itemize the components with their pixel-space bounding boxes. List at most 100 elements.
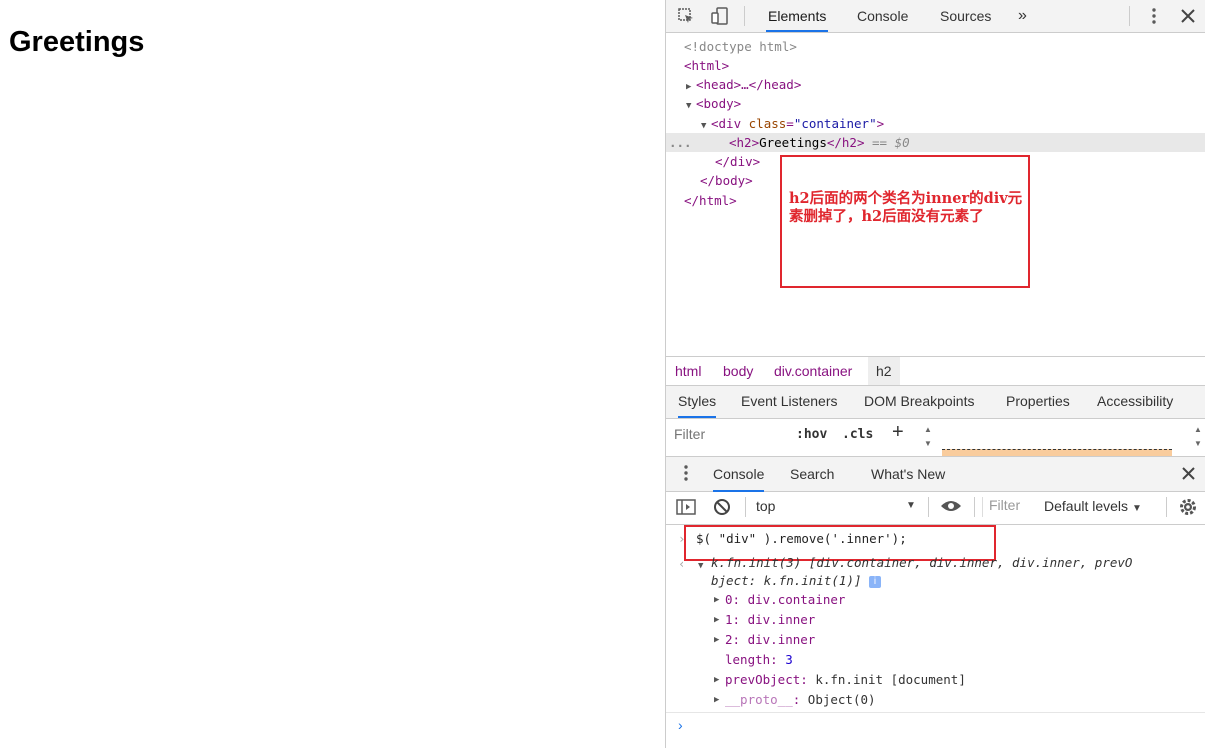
gear-icon[interactable] xyxy=(1179,498,1197,519)
expand-triangle-icon[interactable]: ▶ xyxy=(714,590,719,610)
toolbar-separator xyxy=(745,497,746,517)
log-levels-label: Default levels xyxy=(1044,498,1129,514)
expand-triangle-icon[interactable]: ▶ xyxy=(714,670,719,690)
result-length: length: 3 xyxy=(725,652,793,667)
expand-triangle-icon[interactable]: ▶ xyxy=(714,690,719,710)
inspect-element-icon[interactable] xyxy=(676,6,696,26)
sidebar-toggle-icon[interactable] xyxy=(676,498,696,519)
collapse-triangle-icon[interactable]: ▼ xyxy=(698,556,703,576)
tree-node-h2-selected[interactable]: ... <h2>Greetings</h2> == $0 xyxy=(666,133,1205,152)
result-item-value: div.inner xyxy=(747,612,816,627)
new-style-rule-icon[interactable]: + xyxy=(892,421,904,444)
tab-dom-breakpoints[interactable]: DOM Breakpoints xyxy=(864,393,974,409)
clear-console-icon[interactable] xyxy=(713,498,731,519)
result-summary-text: bject: k.fn.init(1)] xyxy=(711,573,862,588)
scroll-arrows-icon[interactable]: ▲ ▼ xyxy=(924,423,932,451)
toolbar-separator xyxy=(974,497,975,517)
console-prompt[interactable]: › xyxy=(666,712,1205,749)
toolbar-separator xyxy=(744,6,745,26)
console-toolbar: top ▼ Filter Default levels ▼ xyxy=(666,491,1205,525)
result-item[interactable]: 1: div.inner xyxy=(725,610,815,630)
node-actions-icon[interactable]: ... xyxy=(669,133,692,152)
tab-properties[interactable]: Properties xyxy=(1006,393,1070,409)
breadcrumb: html body div.container h2 xyxy=(666,356,1205,386)
result-summary-line2[interactable]: bject: k.fn.init(1)] i xyxy=(711,571,882,591)
info-icon[interactable]: i xyxy=(869,575,882,588)
page-viewport: Greetings xyxy=(0,0,665,748)
length-value: 3 xyxy=(785,652,793,667)
prompt-chevron-icon: › xyxy=(678,717,683,733)
chevron-down-icon: ▼ xyxy=(906,500,916,511)
chevron-down-icon: ▼ xyxy=(1131,503,1142,514)
result-proto[interactable]: __proto__: Object(0) xyxy=(725,690,876,710)
breadcrumb-body[interactable]: body xyxy=(723,363,753,379)
console-filter-input[interactable]: Filter xyxy=(982,497,1039,517)
drawer-menu-icon[interactable] xyxy=(684,465,688,484)
proto-key: __proto__ xyxy=(725,692,793,707)
tab-styles[interactable]: Styles xyxy=(678,393,717,418)
console-command[interactable]: $( "div" ).remove('.inner'); xyxy=(696,529,907,549)
close-icon[interactable] xyxy=(1178,6,1198,26)
div-close-tag: </div> xyxy=(715,154,761,169)
tree-node-doctype[interactable]: <!doctype html> xyxy=(666,37,1205,56)
result-summary-line1[interactable]: k.fn.init(3) [div.container, div.inner, … xyxy=(711,553,1132,573)
breadcrumb-html[interactable]: html xyxy=(675,363,701,379)
toolbar-separator xyxy=(1166,497,1167,517)
tab-event-listeners[interactable]: Event Listeners xyxy=(741,393,838,409)
tree-node-html[interactable]: <html> xyxy=(666,56,1205,75)
selected-node-marker: == $0 xyxy=(872,135,910,150)
div-attr-value: "container" xyxy=(793,116,877,131)
console-output: › $( "div" ).remove('.inner'); ‹ ▼ k.fn.… xyxy=(666,525,1205,712)
toolbar-separator xyxy=(928,497,929,517)
head-tag: <head>…</head> xyxy=(696,77,802,92)
expand-triangle-icon[interactable]: ▶ xyxy=(714,630,719,650)
drawer-close-icon[interactable] xyxy=(1182,467,1195,483)
result-item-key: 2 xyxy=(725,632,733,647)
doctype-text: <!doctype html> xyxy=(684,39,797,54)
box-model-preview xyxy=(942,449,1172,456)
tab-console[interactable]: Console xyxy=(855,0,910,32)
drawer-tab-search[interactable]: Search xyxy=(790,466,834,482)
page-heading: Greetings xyxy=(9,26,145,58)
log-levels-dropdown[interactable]: Default levels ▼ xyxy=(1044,498,1142,514)
scroll-arrows-icon[interactable]: ▲ ▼ xyxy=(1194,423,1202,451)
live-expression-eye-icon[interactable] xyxy=(940,499,962,516)
result-item-value: div.inner xyxy=(747,632,816,647)
tree-node-div-container[interactable]: ▼ <div class="container"> xyxy=(666,114,1205,133)
result-prev-object[interactable]: prevObject: k.fn.init [document] xyxy=(725,670,966,690)
context-select[interactable]: top ▼ xyxy=(756,498,916,514)
cls-toggle[interactable]: .cls xyxy=(842,427,873,442)
drawer-tab-whats-new[interactable]: What's New xyxy=(871,466,945,482)
prev-object-value: k.fn.init [document] xyxy=(815,672,966,687)
body-close-tag: </body> xyxy=(700,173,753,188)
html-close-tag: </html> xyxy=(684,193,737,208)
styles-filter-row: :hov .cls + ▲▼ ▲▼ xyxy=(666,419,1205,456)
hov-toggle[interactable]: :hov xyxy=(796,427,827,442)
result-item[interactable]: 0: div.container xyxy=(725,590,845,610)
device-toolbar-icon[interactable] xyxy=(710,6,730,26)
div-tag-name: div xyxy=(718,116,742,131)
h2-text: Greetings xyxy=(759,135,827,150)
drawer-tabs: Console Search What's New xyxy=(666,456,1205,492)
breadcrumb-div-container[interactable]: div.container xyxy=(774,363,852,379)
result-item-key: 1 xyxy=(725,612,733,627)
tab-accessibility[interactable]: Accessibility xyxy=(1097,393,1173,409)
result-item-value: div.container xyxy=(747,592,846,607)
expand-triangle-icon[interactable]: ▶ xyxy=(714,610,719,630)
drawer-tab-console[interactable]: Console xyxy=(713,466,765,492)
styles-filter-input[interactable] xyxy=(670,423,790,445)
more-tabs-icon[interactable]: » xyxy=(1016,0,1029,32)
tree-node-head[interactable]: ▶ <head>…</head> xyxy=(666,75,1205,94)
result-item-key: 0 xyxy=(725,592,733,607)
breadcrumb-h2[interactable]: h2 xyxy=(868,357,900,385)
tab-sources[interactable]: Sources xyxy=(938,0,993,32)
tree-node-body[interactable]: ▼ <body> xyxy=(666,94,1205,113)
input-chevron-icon: › xyxy=(678,531,686,546)
kebab-menu-icon[interactable] xyxy=(1144,6,1164,26)
html-open-tag: <html> xyxy=(684,58,730,73)
length-key: length xyxy=(725,652,771,667)
result-item[interactable]: 2: div.inner xyxy=(725,630,815,650)
sidebar-tabs: Styles Event Listeners DOM Breakpoints P… xyxy=(666,386,1205,419)
tab-elements[interactable]: Elements xyxy=(766,0,829,32)
prev-object-key: prevObject xyxy=(725,672,801,687)
